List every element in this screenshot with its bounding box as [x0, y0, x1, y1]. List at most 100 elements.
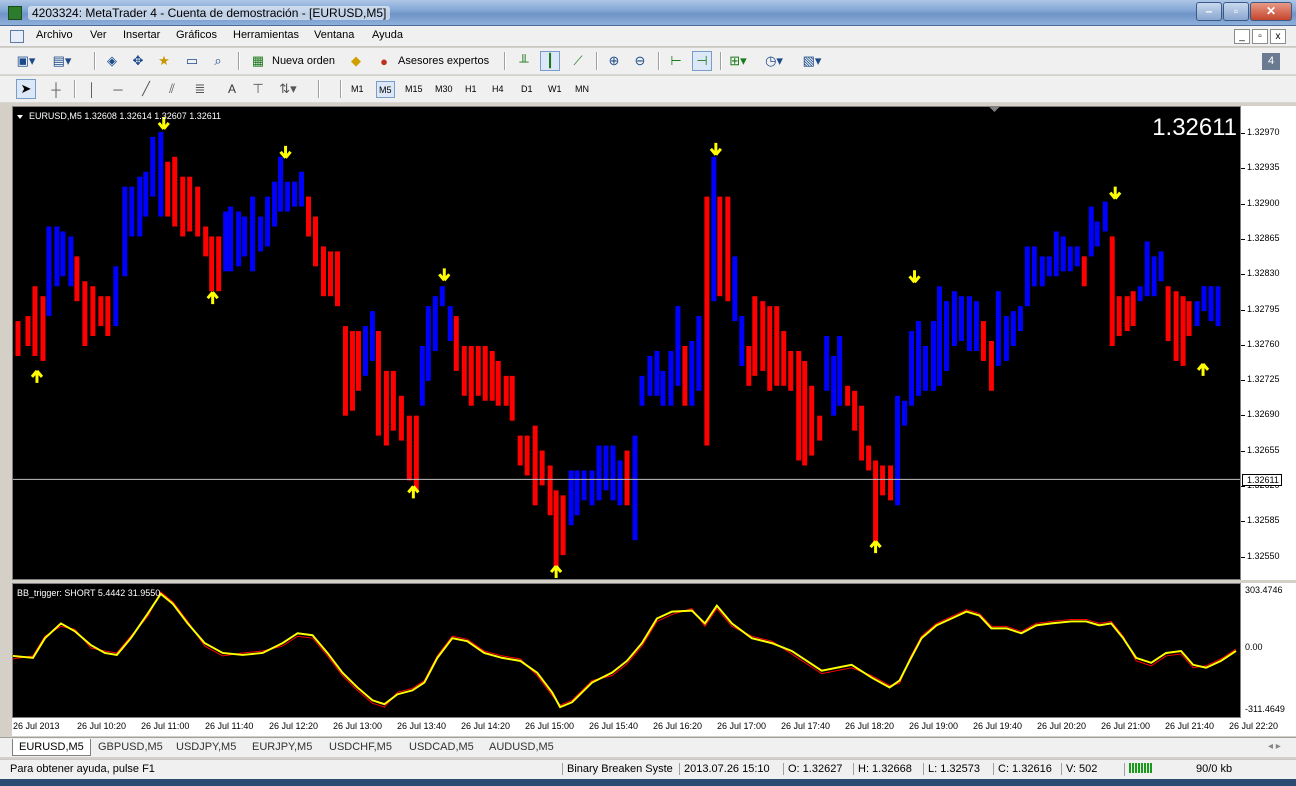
menu-archivo[interactable]: Archivo [34, 29, 75, 41]
timeframe-h1[interactable]: H1 [463, 81, 479, 98]
price-chart[interactable]: EURUSD,M5 1.32608 1.32614 1.32607 1.3261… [12, 106, 1241, 580]
bear-bar [187, 176, 193, 232]
time-tick-label: 26 Jul 16:20 [653, 721, 703, 731]
bear-bar [682, 345, 688, 406]
periods-icon[interactable]: ◷▾ [764, 51, 784, 71]
bull-bar [369, 311, 375, 361]
bear-bar [334, 251, 340, 307]
bull-bar [278, 156, 284, 212]
price-tick-mark [1241, 521, 1245, 523]
bar-chart-icon[interactable]: ╨ [514, 51, 534, 71]
menu-insertar[interactable]: Insertar [121, 29, 162, 41]
status-traffic: 90/0 kb [1196, 763, 1233, 775]
bull-bar [689, 341, 695, 406]
bear-bar [306, 196, 312, 237]
market-watch-icon[interactable]: ◈ [102, 51, 122, 71]
menu-ayuda[interactable]: Ayuda [370, 29, 405, 41]
account-badge-icon[interactable]: 4 [1262, 53, 1280, 70]
restore-button[interactable]: ▫ [1223, 2, 1249, 21]
bear-bar [752, 296, 758, 376]
strategy-tester-icon[interactable]: ⌕ [208, 51, 228, 71]
bear-bar [495, 360, 501, 406]
zoom-out-icon[interactable]: ⊖ [630, 51, 650, 71]
mdi-minimize-button[interactable]: _ [1234, 29, 1250, 44]
timeframe-w1[interactable]: W1 [546, 81, 564, 98]
candlestick-icon[interactable]: ┃ [540, 51, 560, 71]
chart-shift-icon[interactable]: ⊣ [692, 51, 712, 71]
price-tick-label: 1.32760 [1247, 338, 1280, 349]
tab-usdcad[interactable]: USDCAD,M5 [403, 739, 480, 756]
tab-eurusd[interactable]: EURUSD,M5 [12, 739, 91, 756]
bull-bar [1031, 246, 1037, 287]
equidistant-channel-icon[interactable]: ⫽ [162, 79, 182, 99]
navigator-icon[interactable]: ★ [154, 51, 174, 71]
tab-gbpusd[interactable]: GBPUSD,M5 [92, 739, 169, 756]
time-tick-label: 26 Jul 2013 [13, 721, 60, 731]
tab-usdchf[interactable]: USDCHF,M5 [323, 739, 398, 756]
bull-bar [1194, 301, 1200, 327]
bear-bar [624, 450, 630, 506]
bear-bar [1081, 256, 1087, 287]
timeframe-m1[interactable]: M1 [349, 81, 366, 98]
cursor-icon[interactable]: ➤ [16, 79, 36, 99]
chart-shift-marker[interactable] [989, 107, 1000, 112]
warning-icon[interactable]: ◆ [346, 51, 366, 71]
indicators-icon[interactable]: ⊞▾ [728, 51, 748, 71]
timeframe-m15[interactable]: M15 [403, 81, 425, 98]
document-icon[interactable] [10, 30, 24, 43]
mdi-restore-button[interactable]: ▫ [1252, 29, 1268, 44]
bear-bar [406, 415, 412, 481]
timeframe-m5[interactable]: M5 [376, 81, 395, 98]
text-tool-button[interactable]: A [222, 79, 242, 99]
tab-scroll-arrows[interactable]: ◂ ▸ [1268, 741, 1281, 752]
bear-bar [1173, 291, 1179, 361]
experts-button[interactable]: Asesores expertos [396, 51, 491, 71]
bear-bar [547, 465, 553, 516]
tab-eurjpy[interactable]: EURJPY,M5 [246, 739, 318, 756]
arrows-icon[interactable]: ⇅▾ [278, 79, 298, 99]
bear-bar [398, 395, 404, 441]
menu-graficos[interactable]: Gráficos [174, 29, 219, 41]
close-button[interactable]: ✕ [1250, 2, 1292, 21]
crosshair-icon[interactable]: ┼ [46, 79, 66, 99]
new-order-icon[interactable]: ▦ [248, 51, 268, 71]
menu-ventana[interactable]: Ventana [312, 29, 356, 41]
trend-line-icon[interactable]: ╱ [136, 79, 156, 99]
bear-bar [988, 341, 994, 391]
experts-icon[interactable]: ● [374, 51, 394, 71]
text-label-icon[interactable]: ⊤ [248, 79, 268, 99]
data-window-icon[interactable]: ✥ [128, 51, 148, 71]
chart-menu-icon[interactable] [16, 114, 23, 119]
horizontal-line-icon[interactable]: ─ [108, 79, 128, 99]
mdi-close-button[interactable]: x [1270, 29, 1286, 44]
templates-icon[interactable]: ▧▾ [802, 51, 822, 71]
price-tick-mark [1241, 238, 1245, 240]
bull-bar [285, 181, 291, 212]
tab-usdjpy[interactable]: USDJPY,M5 [170, 739, 242, 756]
new-order-button[interactable]: Nueva orden [270, 51, 337, 71]
price-tick-mark [1241, 133, 1245, 134]
price-tick-label: 1.32690 [1247, 409, 1280, 420]
profiles-icon[interactable]: ▤▾ [52, 51, 72, 71]
bear-bar [105, 296, 111, 337]
bear-bar [704, 196, 710, 446]
time-tick-label: 26 Jul 22:20 [1229, 721, 1279, 731]
tab-audusd[interactable]: AUDUSD,M5 [483, 739, 560, 756]
fibonacci-icon[interactable]: ≣ [190, 79, 210, 99]
timeframe-d1[interactable]: D1 [519, 81, 535, 98]
menu-herramientas[interactable]: Herramientas [231, 29, 301, 41]
bull-bar [574, 470, 580, 516]
line-chart-icon[interactable]: ⟋ [568, 51, 588, 71]
indicator-chart[interactable]: BB_trigger: SHORT 5.4442 31.9550 [12, 583, 1241, 718]
indicator-main-line [13, 592, 1237, 709]
timeframe-h4[interactable]: H4 [490, 81, 506, 98]
new-chart-icon[interactable]: ▣▾ [16, 51, 36, 71]
timeframe-mn[interactable]: MN [573, 81, 591, 98]
zoom-in-icon[interactable]: ⊕ [604, 51, 624, 71]
minimize-button[interactable]: – [1196, 2, 1222, 21]
vertical-line-icon[interactable]: │ [82, 79, 102, 99]
auto-scroll-icon[interactable]: ⊢ [666, 51, 686, 71]
menu-ver[interactable]: Ver [88, 29, 109, 41]
timeframe-m30[interactable]: M30 [433, 81, 455, 98]
terminal-icon[interactable]: ▭ [182, 51, 202, 71]
